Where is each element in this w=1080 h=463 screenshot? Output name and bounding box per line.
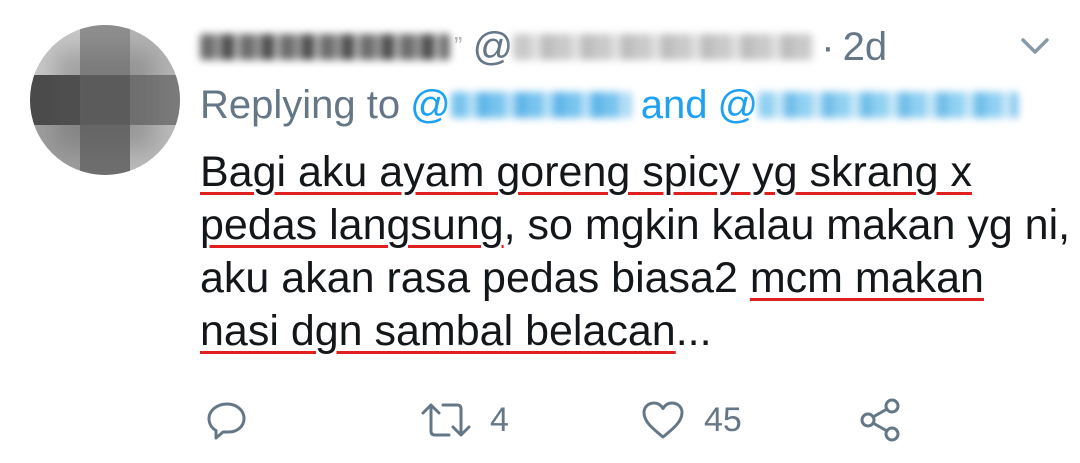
author-handle-at[interactable]: @ [473,25,514,70]
body-underlined-text: nasi dgn sambal belacan [200,307,676,355]
retweet-button[interactable]: 4 [420,395,509,445]
reply-button[interactable] [205,395,249,445]
body-underlined-text: mcm makan [749,254,984,302]
author-handle[interactable] [513,34,814,60]
tweet-header: ˮ @ · 2d [200,22,887,72]
body-line-1: Bagi aku ayam goreng spicy yg skrang x [200,146,1060,199]
body-text: ... [675,307,712,355]
avatar[interactable] [30,25,180,175]
retweet-icon [420,398,472,442]
body-text: aku akan rasa pedas biasa2 [200,254,750,302]
body-underlined-text: pedas langsung [200,201,504,249]
replying-to: Replying to @ and @ [200,80,1019,130]
like-button[interactable]: 45 [640,395,742,445]
author-name[interactable] [200,34,450,60]
author-name-mark: ˮ [454,31,463,62]
like-count: 45 [704,400,742,439]
tweet-time[interactable]: 2d [843,25,888,70]
body-text: , so mgkin kalau makan yg ni, [503,201,1071,249]
heart-icon [640,398,686,442]
mention-1[interactable] [450,92,631,118]
action-bar: 4 45 [0,395,1080,445]
replying-to-label: Replying to [200,82,401,127]
chevron-down-icon[interactable] [1015,30,1055,60]
separator-dot: · [821,24,835,69]
body-underlined-text: Bagi aku ayam goreng spicy yg skrang x [200,148,973,196]
body-line-3: aku akan rasa pedas biasa2 mcm makan [200,252,1060,305]
reply-conjunction: and [640,82,708,127]
mention-2[interactable] [758,92,1019,118]
share-button[interactable] [858,395,904,445]
mention-1-at[interactable]: @ [410,83,451,128]
retweet-count: 4 [490,400,509,439]
share-icon [858,397,904,443]
mention-2-at[interactable]: @ [717,83,758,128]
tweet-body: Bagi aku ayam goreng spicy yg skrang x p… [200,146,1070,358]
body-line-2: pedas langsung, so mgkin kalau makan yg … [200,199,1070,252]
tweet-card[interactable]: ˮ @ · 2d Replying to @ and @ Bagi aku ay… [0,0,1080,463]
body-line-4: nasi dgn sambal belacan... [200,305,1060,358]
reply-icon [205,398,249,442]
